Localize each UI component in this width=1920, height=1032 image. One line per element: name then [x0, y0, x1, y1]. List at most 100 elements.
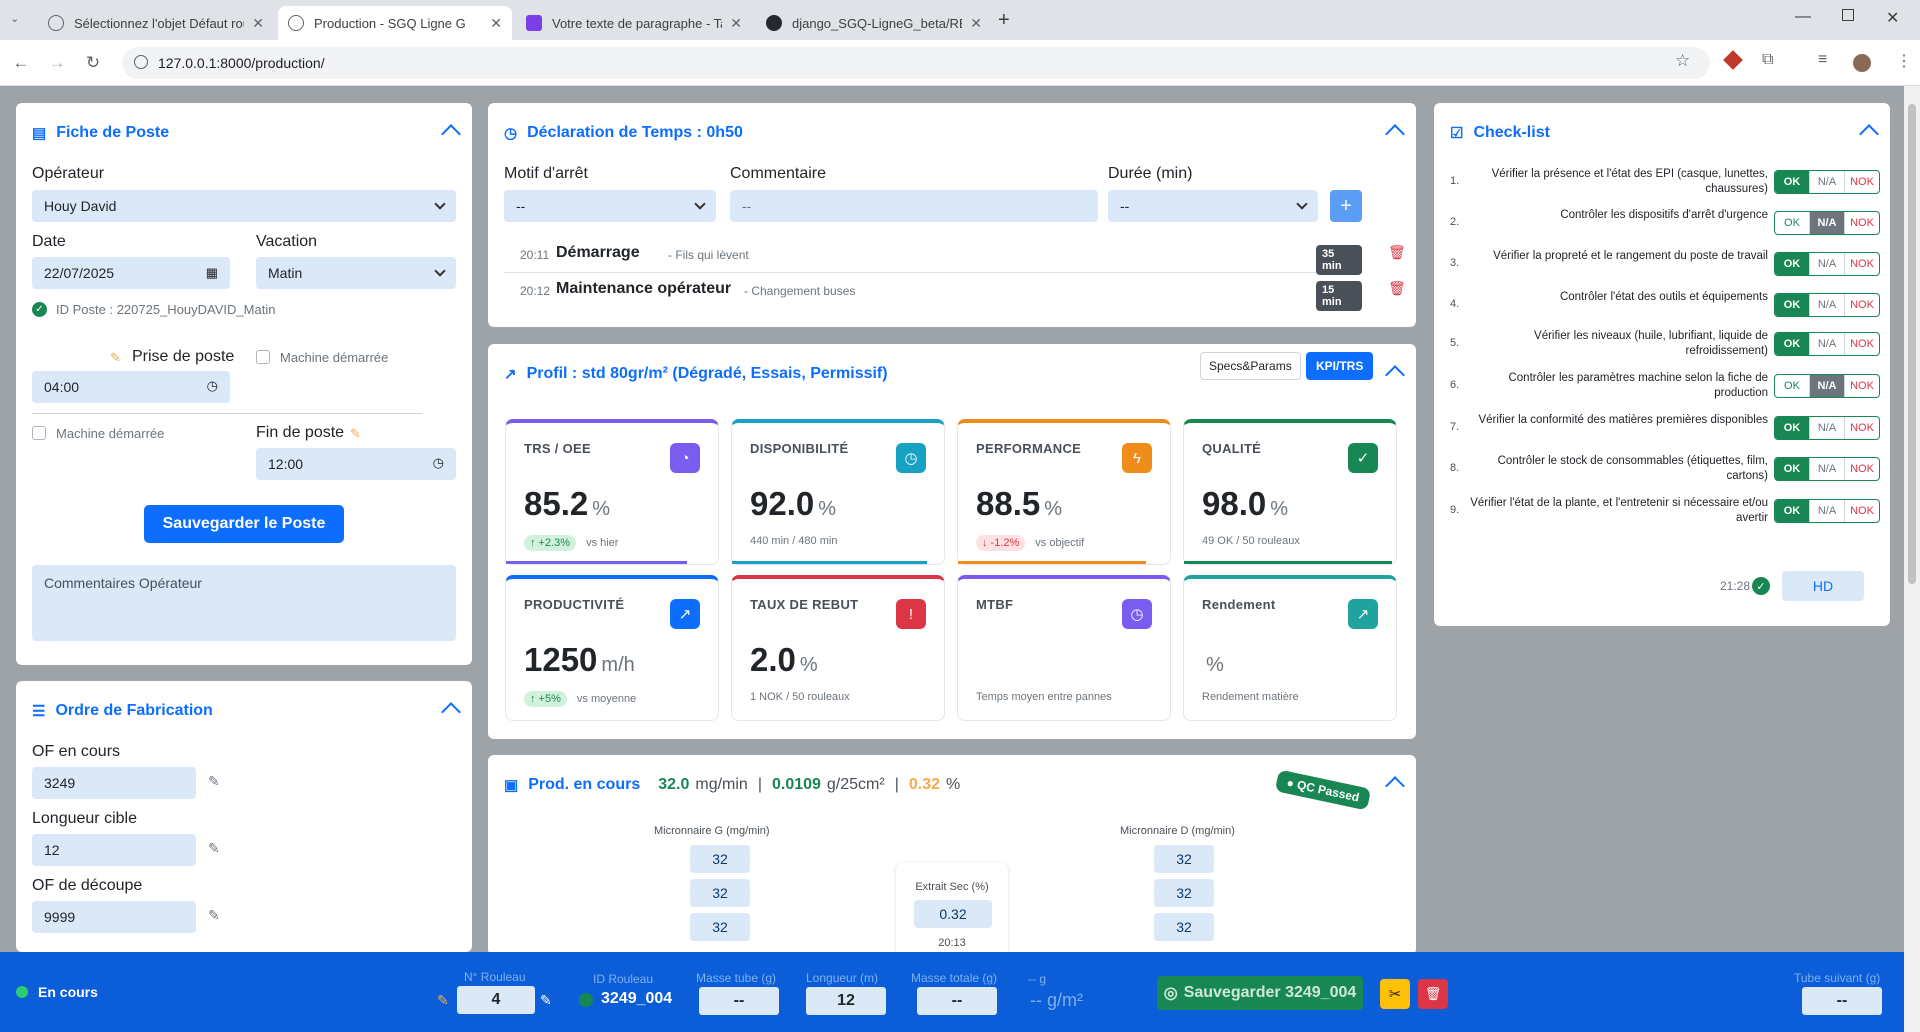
- ok-option[interactable]: OK: [1775, 171, 1810, 193]
- fiche-poste-header[interactable]: ▤ Fiche de Poste: [16, 103, 472, 163]
- na-option[interactable]: N/A: [1810, 294, 1845, 316]
- pencil-icon[interactable]: ✎: [540, 992, 552, 1009]
- checklist-toggle[interactable]: OK N/A NOK: [1774, 499, 1880, 523]
- kpi-trs-button[interactable]: KPI/TRS: [1306, 352, 1374, 380]
- machine-demarree-checkbox[interactable]: [32, 426, 46, 440]
- browser-tab-4[interactable]: django_SGQ-LigneG_beta/READ ✕: [756, 6, 992, 40]
- chevron-up-icon[interactable]: [441, 124, 461, 144]
- date-input[interactable]: 22/07/2025 ▦: [32, 257, 230, 289]
- nok-option[interactable]: NOK: [1845, 375, 1879, 397]
- tab-search-icon[interactable]: ⌄: [10, 12, 19, 25]
- maximize-icon[interactable]: [1842, 9, 1854, 21]
- prise-time-input[interactable]: 04:00 ◷: [32, 371, 230, 403]
- save-poste-button[interactable]: Sauvegarder le Poste: [144, 505, 344, 543]
- na-option[interactable]: N/A: [1810, 417, 1845, 439]
- micronnaire-g-cell[interactable]: 32: [690, 879, 750, 907]
- chevron-up-icon[interactable]: [1385, 776, 1405, 796]
- save-rouleau-button[interactable]: ◎ Sauvegarder 3249_004: [1157, 976, 1363, 1010]
- operateur-select[interactable]: Houy David: [32, 190, 456, 222]
- checklist-toggle[interactable]: OK N/A NOK: [1774, 293, 1880, 317]
- star-icon[interactable]: ☆: [1675, 51, 1690, 71]
- site-info-icon[interactable]: [134, 55, 148, 69]
- media-control-icon[interactable]: ≡: [1818, 51, 1827, 69]
- pencil-icon[interactable]: ✎: [208, 907, 220, 924]
- browser-tab-1[interactable]: Sélectionnez l'objet Défaut roul ✕: [38, 6, 274, 40]
- motif-select[interactable]: --: [504, 190, 716, 222]
- longueur-input[interactable]: 12: [32, 834, 196, 866]
- longueur-input[interactable]: 12: [806, 987, 886, 1015]
- checklist-toggle[interactable]: OK N/A NOK: [1774, 252, 1880, 276]
- close-icon[interactable]: ✕: [970, 15, 982, 32]
- scrollbar-thumb[interactable]: [1908, 104, 1916, 584]
- checklist-toggle[interactable]: OK N/A NOK: [1774, 170, 1880, 194]
- na-option[interactable]: N/A: [1810, 375, 1845, 397]
- browser-tab-2[interactable]: Production - SGQ Ligne G ✕: [278, 6, 512, 40]
- checklist-toggle[interactable]: OK N/A NOK: [1774, 332, 1880, 356]
- nok-option[interactable]: NOK: [1845, 253, 1879, 275]
- tube-suivant-input[interactable]: --: [1802, 987, 1882, 1015]
- chevron-up-icon[interactable]: [1385, 124, 1405, 144]
- na-option[interactable]: N/A: [1810, 253, 1845, 275]
- forward-icon[interactable]: →: [44, 50, 70, 76]
- nok-option[interactable]: NOK: [1845, 500, 1879, 522]
- close-icon[interactable]: ✕: [730, 15, 742, 32]
- nok-option[interactable]: NOK: [1845, 212, 1879, 234]
- of-input[interactable]: 3249: [32, 767, 196, 799]
- machine-demarree-checkbox[interactable]: [256, 350, 270, 364]
- nok-option[interactable]: NOK: [1845, 294, 1879, 316]
- nok-option[interactable]: NOK: [1845, 333, 1879, 355]
- checklist-toggle[interactable]: OK N/A NOK: [1774, 416, 1880, 440]
- nok-option[interactable]: NOK: [1845, 417, 1879, 439]
- chevron-up-icon[interactable]: [1385, 365, 1405, 385]
- ordre-fabrication-header[interactable]: ☰ Ordre de Fabrication: [16, 681, 472, 741]
- declaration-temps-header[interactable]: ◷ Déclaration de Temps : 0h50: [488, 103, 1416, 163]
- trash-icon[interactable]: 🗑: [1388, 244, 1406, 261]
- magic-wand-icon[interactable]: ✎: [110, 350, 121, 366]
- decoupe-input[interactable]: 9999: [32, 901, 196, 933]
- profile-avatar[interactable]: [1853, 54, 1871, 72]
- na-option[interactable]: N/A: [1810, 212, 1845, 234]
- na-option[interactable]: N/A: [1810, 458, 1845, 480]
- micronnaire-g-cell[interactable]: 32: [690, 913, 750, 941]
- micronnaire-d-cell[interactable]: 32: [1154, 913, 1214, 941]
- masse-totale-input[interactable]: --: [917, 987, 997, 1015]
- chevron-up-icon[interactable]: [1859, 124, 1879, 144]
- calendar-icon[interactable]: ▦: [206, 265, 218, 281]
- url-field[interactable]: 127.0.0.1:8000/production/: [122, 47, 1710, 79]
- close-icon[interactable]: ✕: [252, 15, 264, 32]
- checklist-toggle[interactable]: OK N/A NOK: [1774, 211, 1880, 235]
- vacation-select[interactable]: Matin: [256, 257, 456, 289]
- scissors-icon[interactable]: ✂: [1380, 979, 1410, 1009]
- initials-field[interactable]: HD: [1782, 571, 1864, 601]
- menu-icon[interactable]: ⋮: [1896, 51, 1912, 71]
- masse-tube-input[interactable]: --: [699, 987, 779, 1015]
- ok-option[interactable]: OK: [1775, 212, 1810, 234]
- na-option[interactable]: N/A: [1810, 171, 1845, 193]
- pencil-icon[interactable]: ✎: [208, 840, 220, 857]
- extensions-puzzle-icon[interactable]: ⧉: [1762, 51, 1773, 69]
- operator-comments-textarea[interactable]: Commentaires Opérateur: [32, 565, 456, 641]
- magic-wand-icon[interactable]: ✎: [350, 426, 361, 442]
- minimize-icon[interactable]: —: [1795, 8, 1811, 26]
- back-icon[interactable]: ←: [8, 50, 34, 76]
- magic-wand-icon[interactable]: ✎: [437, 992, 449, 1009]
- clock-icon[interactable]: ◷: [433, 455, 444, 471]
- na-option[interactable]: N/A: [1810, 500, 1845, 522]
- reload-icon[interactable]: ↻: [80, 50, 106, 76]
- specs-params-button[interactable]: Specs&Params: [1200, 352, 1301, 380]
- pencil-icon[interactable]: ✎: [208, 773, 220, 790]
- checklist-toggle[interactable]: OK N/A NOK: [1774, 374, 1880, 398]
- close-icon[interactable]: ✕: [490, 15, 502, 32]
- ok-option[interactable]: OK: [1775, 500, 1810, 522]
- micronnaire-d-cell[interactable]: 32: [1154, 845, 1214, 873]
- ok-option[interactable]: OK: [1775, 417, 1810, 439]
- ok-option[interactable]: OK: [1775, 333, 1810, 355]
- commentaire-input[interactable]: --: [730, 190, 1098, 222]
- nok-option[interactable]: NOK: [1845, 171, 1879, 193]
- ok-option[interactable]: OK: [1775, 375, 1810, 397]
- fin-time-input[interactable]: 12:00 ◷: [256, 448, 456, 480]
- new-tab-button[interactable]: +: [998, 9, 1010, 32]
- close-window-icon[interactable]: ✕: [1886, 8, 1899, 28]
- checklist-header[interactable]: ☑ Check-list: [1434, 103, 1890, 163]
- ok-option[interactable]: OK: [1775, 294, 1810, 316]
